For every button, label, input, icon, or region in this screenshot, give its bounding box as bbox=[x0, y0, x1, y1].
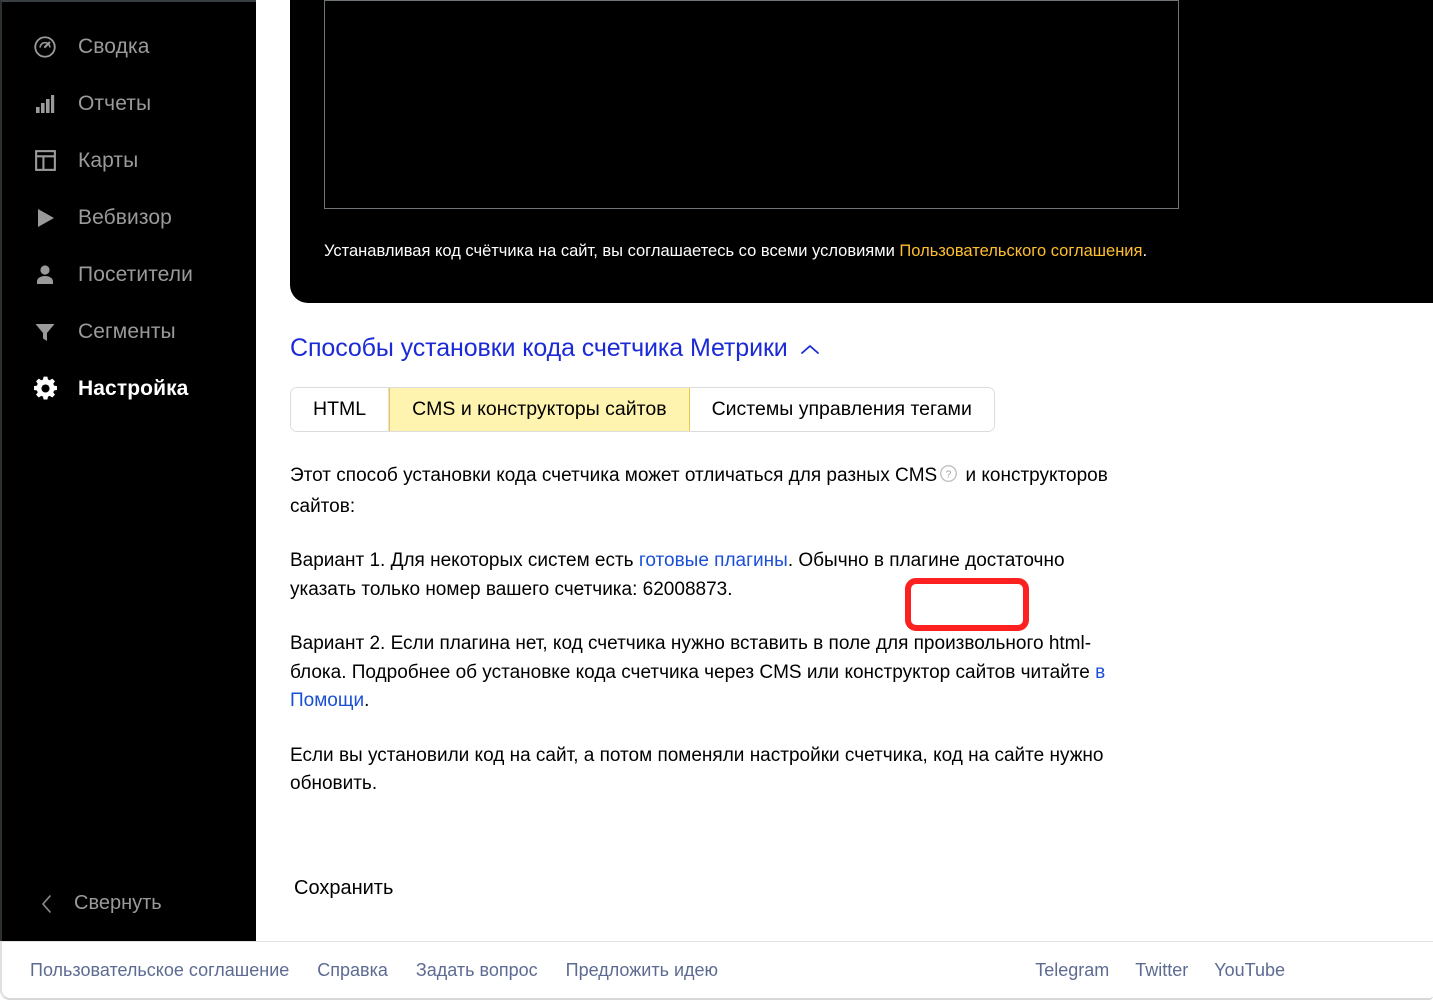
ready-plugins-link[interactable]: готовые плагины bbox=[639, 550, 788, 571]
help-circle-icon[interactable]: ? bbox=[939, 464, 958, 493]
sidebar-nav: Сводка Отчеты Карты Вебвизор Посетители … bbox=[2, 18, 256, 417]
footer-link-help[interactable]: Справка bbox=[317, 960, 388, 981]
variant1-a: Вариант 1. Для некоторых систем есть bbox=[290, 550, 639, 571]
footer-link-telegram[interactable]: Telegram bbox=[1035, 960, 1109, 981]
page-footer: Пользовательское соглашение Справка Зада… bbox=[0, 941, 1433, 1000]
variant2-a: Вариант 2. Если плагина нет, код счетчик… bbox=[290, 633, 1096, 683]
variant1-c: . bbox=[727, 578, 733, 600]
svg-text:?: ? bbox=[946, 469, 952, 480]
paragraph-intro: Этот способ установки кода счетчика може… bbox=[290, 462, 1120, 521]
tab-cms[interactable]: CMS и конструкторы сайтов bbox=[389, 388, 690, 431]
sidebar-item-reports[interactable]: Отчеты bbox=[2, 75, 256, 132]
sidebar-item-label: Сводка bbox=[78, 34, 150, 58]
sidebar-collapse-button[interactable]: Свернуть bbox=[2, 876, 256, 931]
sidebar-item-label: Настройка bbox=[78, 376, 189, 400]
user-agreement-link[interactable]: Пользовательского соглашения bbox=[899, 242, 1142, 260]
sidebar-item-label: Посетители bbox=[78, 262, 193, 286]
sidebar-item-webvisor[interactable]: Вебвизор bbox=[2, 189, 256, 246]
gauge-icon bbox=[30, 32, 60, 62]
footer-right-links: Telegram Twitter YouTube bbox=[1035, 960, 1433, 981]
gear-icon bbox=[30, 374, 60, 404]
sidebar-item-visitors[interactable]: Посетители bbox=[2, 246, 256, 303]
install-methods-title-text: Способы установки кода счетчика Метрики bbox=[290, 334, 788, 362]
user-agreement-note: Устанавливая код счётчика на сайт, вы со… bbox=[324, 242, 1147, 261]
sidebar-collapse-label: Свернуть bbox=[74, 892, 162, 914]
funnel-icon bbox=[30, 317, 60, 347]
sidebar: Сводка Отчеты Карты Вебвизор Посетители … bbox=[0, 0, 256, 941]
paragraph-intro-a: Этот способ установки кода счетчика може… bbox=[290, 465, 938, 486]
user-icon bbox=[30, 260, 60, 290]
layout-icon bbox=[30, 146, 60, 176]
variant2-b: . bbox=[364, 690, 370, 711]
install-methods-title[interactable]: Способы установки кода счетчика Метрики bbox=[290, 334, 820, 363]
sidebar-item-label: Сегменты bbox=[78, 319, 176, 343]
sidebar-item-label: Отчеты bbox=[78, 91, 152, 115]
sidebar-item-label: Карты bbox=[78, 148, 139, 172]
play-icon bbox=[30, 203, 60, 233]
footer-left-links: Пользовательское соглашение Справка Зада… bbox=[2, 960, 718, 981]
footer-link-user-agreement[interactable]: Пользовательское соглашение bbox=[30, 960, 289, 981]
sidebar-item-label: Вебвизор bbox=[78, 205, 172, 229]
user-agreement-note-prefix: Устанавливая код счётчика на сайт, вы со… bbox=[324, 242, 900, 260]
tab-tag-managers[interactable]: Системы управления тегами bbox=[689, 388, 994, 431]
bar-chart-icon bbox=[30, 89, 60, 119]
counter-number: 62008873 bbox=[642, 578, 728, 600]
user-agreement-note-suffix: . bbox=[1142, 242, 1148, 260]
footer-link-twitter[interactable]: Twitter bbox=[1135, 960, 1188, 981]
tab-html[interactable]: HTML bbox=[291, 388, 390, 431]
sidebar-item-maps[interactable]: Карты bbox=[2, 132, 256, 189]
sidebar-item-summary[interactable]: Сводка bbox=[2, 18, 256, 75]
install-methods-section: Способы установки кода счетчика Метрики … bbox=[290, 334, 1390, 906]
paragraph-variant-2: Вариант 2. Если плагина нет, код счетчик… bbox=[290, 630, 1120, 716]
main-content: Устанавливая код счётчика на сайт, вы со… bbox=[256, 0, 1433, 941]
footer-link-suggest-idea[interactable]: Предложить идею bbox=[566, 960, 718, 981]
footer-link-ask-question[interactable]: Задать вопрос bbox=[416, 960, 538, 981]
sidebar-item-settings[interactable]: Настройка bbox=[2, 360, 256, 417]
paragraph-update-notice: Если вы установили код на сайт, а потом … bbox=[290, 744, 1104, 795]
footer-link-youtube[interactable]: YouTube bbox=[1214, 960, 1285, 981]
save-button[interactable]: Сохранить bbox=[290, 871, 397, 906]
counter-code-panel: Устанавливая код счётчика на сайт, вы со… bbox=[290, 0, 1433, 303]
counter-code-textarea[interactable] bbox=[324, 0, 1179, 209]
sidebar-item-segments[interactable]: Сегменты bbox=[2, 303, 256, 360]
chevron-up-icon bbox=[800, 340, 820, 360]
install-method-tabs: HTML CMS и конструкторы сайтов Системы у… bbox=[290, 387, 995, 432]
chevron-left-icon bbox=[38, 893, 54, 915]
counter-number-highlight bbox=[905, 578, 1029, 631]
metrica-settings-page: Сводка Отчеты Карты Вебвизор Посетители … bbox=[0, 0, 1433, 1000]
